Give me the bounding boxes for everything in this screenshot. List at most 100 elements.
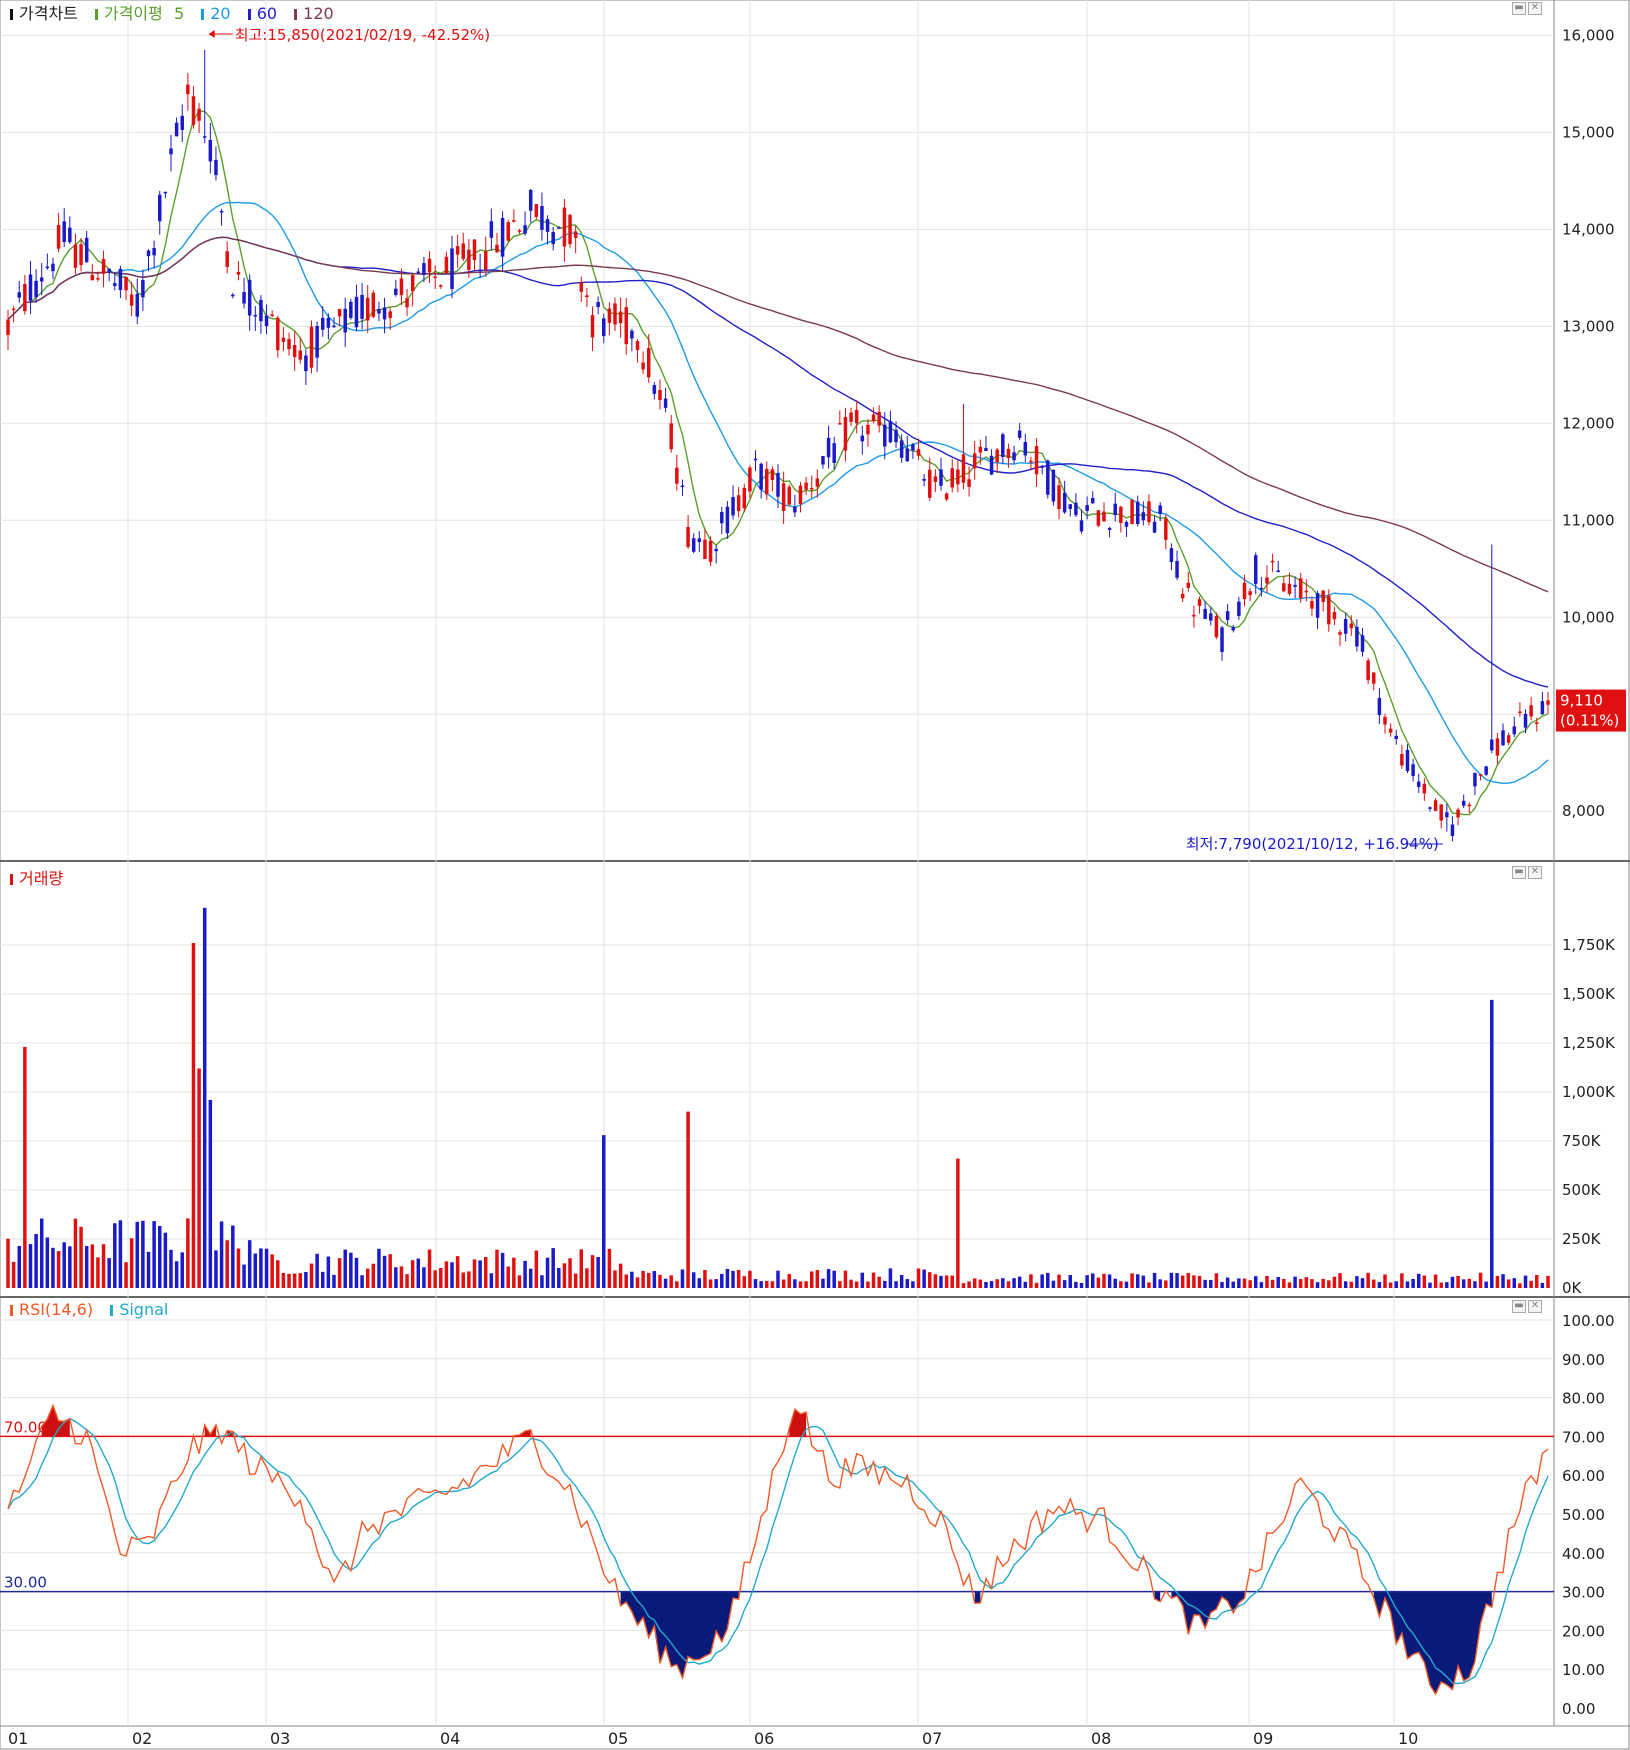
volume-bar [394,1267,398,1288]
candle-body [1422,783,1427,794]
volume-bar [1209,1280,1213,1288]
candle-body [798,485,803,505]
volume-bar [630,1271,634,1288]
candle-body [1535,722,1539,724]
candle-body [911,444,915,451]
rsi-legend[interactable]: RSI(14,6) [10,1300,99,1319]
minimize-icon[interactable]: ▬ [1512,866,1526,879]
candle-body [17,292,21,298]
volume-bar [483,1257,488,1288]
volume-bar [1355,1276,1359,1288]
volume-bar [568,1258,572,1288]
candle-body [1293,584,1297,587]
close-icon[interactable]: ✕ [1528,1300,1542,1313]
candle-body [231,294,235,297]
volume-bar [832,1270,836,1288]
volume-bar [6,1238,10,1288]
candle-body [1051,469,1056,502]
candle-body [1405,749,1410,772]
ma120-legend: 120 [294,4,340,23]
month-label-04: 04 [440,1729,460,1748]
low-annotation: 최저:7,790(2021/10/12, +16.94%) [1186,835,1439,853]
volume-bar [1276,1277,1280,1288]
volume-bar [1540,1282,1545,1288]
volume-bar [158,1226,162,1288]
volume-bar [1478,1272,1483,1288]
candle-body [478,269,482,272]
volume-bar [455,1256,460,1288]
stock-chart[interactable]: 01 02 03 04 05 06 07 08 09 10 최고:15,850(2021/02/19… [0,0,1630,1750]
volume-bar [1388,1282,1393,1288]
minimize-icon[interactable]: ▬ [1512,2,1526,15]
volume-bar [1416,1273,1421,1288]
volume-pane-buttons: ▬ ✕ [1510,866,1542,879]
ma-legend[interactable]: 가격이평 5 [94,4,190,23]
volume-bar [972,1278,977,1288]
volume-bar [1090,1273,1095,1288]
volume-bar [821,1278,825,1288]
candle-body [1074,502,1078,516]
candle-body [928,469,932,498]
volume-tick-label: 1,750K [1562,936,1616,954]
volume-bar [1484,1281,1488,1288]
candle-body [1012,452,1016,461]
volume-bar [1225,1277,1230,1288]
volume-bar [1456,1275,1460,1288]
price-chart-title[interactable]: 가격차트 [10,4,84,23]
volume-bar [478,1260,482,1288]
volume-pane-legend[interactable]: 거래량 [10,865,69,889]
candle-body [944,493,949,500]
month-label-06: 06 [754,1729,774,1748]
volume-bar [1546,1275,1550,1288]
volume-bar [461,1272,466,1288]
candle-body [1282,583,1286,592]
volume-bar [860,1272,865,1288]
volume-bar [916,1268,921,1288]
volume-bar [1338,1273,1342,1288]
volume-bar [1051,1280,1056,1288]
minimize-icon[interactable]: ▬ [1512,1300,1526,1313]
candle-body [394,288,398,295]
candle-body [989,455,994,475]
volume-bar [84,1245,89,1288]
month-label-01: 01 [8,1729,28,1748]
candle-body [759,463,763,490]
volume-bar [602,1135,606,1288]
volume-bar [781,1279,786,1288]
volume-bar [1192,1275,1196,1288]
ma5-line [7,110,1549,816]
candle-body [180,115,184,130]
candle-body [107,268,111,273]
candle-body [332,325,336,328]
close-icon[interactable]: ✕ [1528,866,1542,879]
volume-bar [472,1259,477,1288]
candle-body [1192,614,1196,617]
candle-body [736,495,741,512]
last-price-change: (0.11%) [1560,712,1619,730]
high-arrowhead [208,30,215,38]
volume-bar [596,1256,600,1288]
rsi-30-label: 30.00 [4,1574,47,1592]
volume-bar [259,1248,263,1288]
volume-bar [1433,1274,1438,1288]
candle-body [158,194,162,222]
candle-body [264,315,269,327]
signal-legend[interactable]: Signal [110,1300,174,1319]
volume-bar [73,1218,78,1288]
month-label-02: 02 [132,1729,152,1748]
ma120-line [7,236,1549,593]
candle-body [669,423,673,450]
close-icon[interactable]: ✕ [1528,2,1542,15]
volume-bar [1287,1282,1292,1288]
candle-body [922,478,926,481]
volume-bar [1298,1279,1303,1288]
candle-body [34,280,38,298]
candle-body [1242,582,1247,600]
candle-body [1062,492,1067,513]
volume-bar [191,943,196,1288]
volume-bar [877,1276,881,1288]
volume-bar [365,1268,370,1288]
candle-body [972,453,977,469]
volume-bar [129,1238,134,1288]
candle-body [1338,632,1342,635]
